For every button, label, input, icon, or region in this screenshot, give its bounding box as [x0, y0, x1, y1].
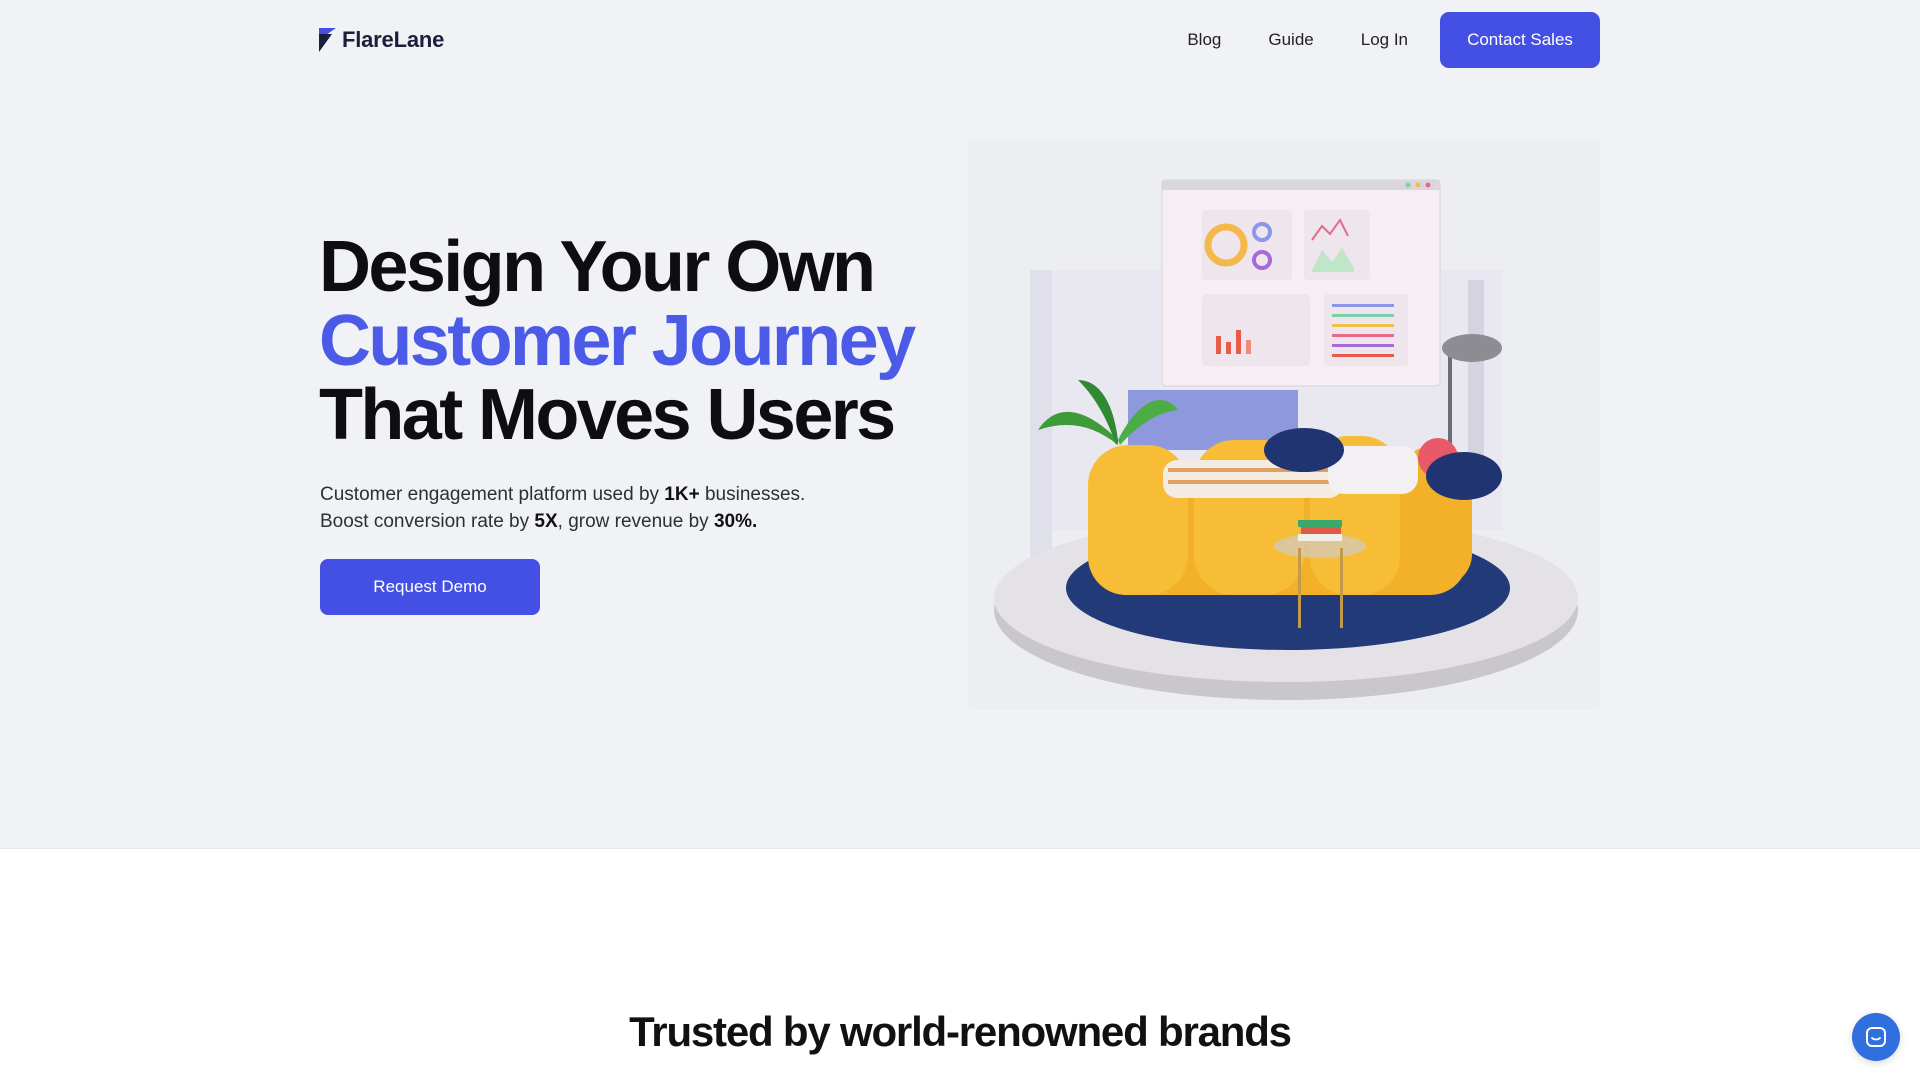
subtext-text: , grow revenue by: [557, 511, 714, 532]
revenue-growth: 30%.: [713, 511, 758, 532]
conversion-multiplier: 5X: [534, 511, 558, 532]
headline-line-3: That Moves Users: [319, 375, 896, 455]
hero-headline: Design Your Own Customer Journey That Mo…: [319, 227, 916, 455]
business-count: 1K+: [664, 484, 700, 505]
subtext-text: businesses.: [699, 484, 806, 505]
chat-icon: [1866, 1027, 1886, 1047]
subtext-text: Customer engagement platform used by: [320, 484, 665, 505]
subtext-line-2: Boost conversion rate by 5X, grow revenu…: [320, 508, 805, 535]
hero-subtext: Customer engagement platform used by 1K+…: [320, 481, 805, 535]
nav-link-blog[interactable]: Blog: [1187, 30, 1221, 50]
subtext-line-1: Customer engagement platform used by 1K+…: [320, 481, 805, 508]
brand-name: FlareLane: [342, 27, 445, 52]
contact-sales-button[interactable]: Contact Sales: [1440, 12, 1600, 68]
top-nav: Blog Guide Log In Contact Sales: [1187, 12, 1600, 68]
flarelane-logo-icon: [319, 28, 336, 52]
nav-link-login[interactable]: Log In: [1361, 30, 1408, 50]
brand-logo[interactable]: FlareLane: [319, 27, 444, 53]
hero-section: FlareLane Blog Guide Log In Contact Sale…: [0, 0, 1920, 849]
subtext-text: Boost conversion rate by: [320, 511, 535, 532]
chat-launcher-button[interactable]: [1852, 1013, 1900, 1061]
nav-link-guide[interactable]: Guide: [1268, 30, 1313, 50]
headline-line-1: Design Your Own: [319, 227, 876, 307]
lounge-scene-illustration: [994, 179, 1578, 700]
hero-illustration: [968, 140, 1600, 710]
trusted-brands-heading: Trusted by world-renowned brands: [629, 1008, 1292, 1055]
headline-line-2: Customer Journey: [319, 301, 916, 381]
request-demo-button[interactable]: Request Demo: [320, 559, 540, 615]
